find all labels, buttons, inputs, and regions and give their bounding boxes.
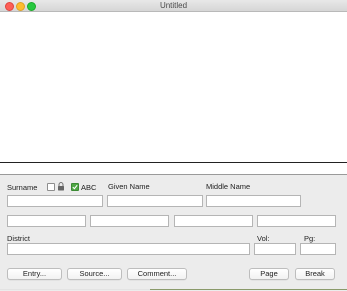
extra-field-2[interactable]: [90, 215, 169, 227]
extra-field-4[interactable]: [257, 215, 336, 227]
abc-checkbox[interactable]: [71, 183, 79, 191]
surname-label: Surname: [7, 183, 38, 192]
surname-field[interactable]: [7, 195, 103, 207]
entry-button[interactable]: Entry...: [7, 268, 62, 280]
extra-field-3[interactable]: [174, 215, 253, 227]
document-canvas[interactable]: [0, 12, 347, 162]
comment-button[interactable]: Comment...: [127, 268, 187, 280]
source-button[interactable]: Source...: [67, 268, 122, 280]
title-bar: Untitled: [0, 0, 347, 12]
given-name-label: Given Name: [108, 182, 150, 191]
vol-field[interactable]: [254, 243, 296, 255]
given-name-field[interactable]: [107, 195, 203, 207]
break-button[interactable]: Break: [295, 268, 335, 280]
surname-lock-checkbox[interactable]: [47, 183, 55, 191]
canvas-gap: [0, 163, 347, 174]
page-button[interactable]: Page: [249, 268, 289, 280]
checkmark-icon: [72, 184, 78, 190]
pg-field[interactable]: [300, 243, 336, 255]
abc-label: ABC: [81, 183, 97, 192]
middle-name-label: Middle Name: [206, 182, 251, 191]
district-field[interactable]: [7, 243, 250, 255]
lock-icon: [58, 182, 64, 191]
pg-label: Pg:: [304, 234, 316, 243]
vol-label: Vol:: [257, 234, 270, 243]
window-title: Untitled: [159, 1, 188, 10]
middle-name-field[interactable]: [206, 195, 301, 207]
district-label: District: [7, 234, 30, 243]
extra-field-1[interactable]: [7, 215, 86, 227]
entry-panel: Surname ABC Given Name Middle Name Distr…: [0, 174, 347, 291]
